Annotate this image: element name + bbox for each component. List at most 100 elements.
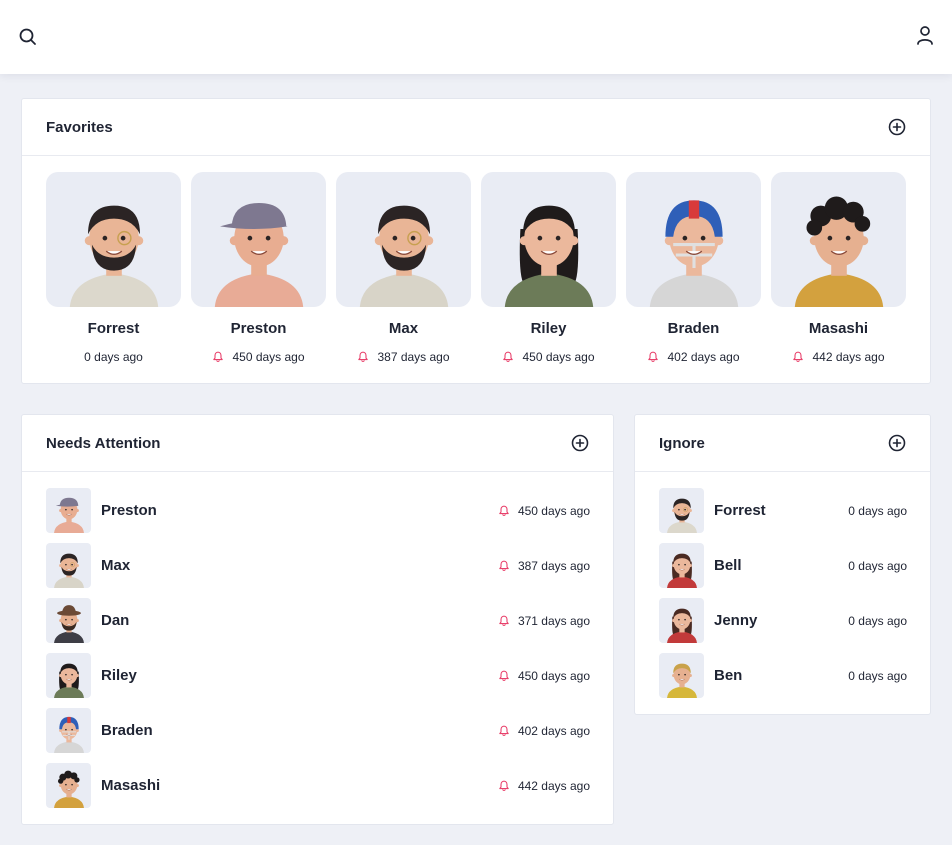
avatar-illustration bbox=[53, 553, 84, 588]
list-item[interactable]: Ben 0 days ago bbox=[659, 653, 907, 698]
avatar bbox=[771, 172, 906, 307]
time-ago: 442 days ago bbox=[812, 350, 885, 364]
last-contact: 0 days ago bbox=[848, 614, 907, 628]
list-item[interactable]: Riley 450 days ago bbox=[46, 653, 590, 698]
favorite-card[interactable]: Braden 402 days ago bbox=[626, 172, 761, 365]
plus-circle-icon[interactable] bbox=[888, 118, 906, 136]
last-contact: 450 days ago bbox=[498, 504, 590, 518]
search-icon[interactable] bbox=[18, 27, 38, 47]
favorite-card[interactable]: Preston 450 days ago bbox=[191, 172, 326, 365]
time-ago: 0 days ago bbox=[848, 613, 907, 628]
time-ago: 450 days ago bbox=[517, 668, 590, 683]
contact-name: Masashi bbox=[101, 777, 161, 794]
plus-circle-icon[interactable] bbox=[571, 434, 589, 452]
favorite-name: Masashi bbox=[808, 320, 869, 337]
top-bar bbox=[0, 0, 952, 74]
favorite-last-contact: 387 days ago bbox=[336, 349, 471, 365]
time-ago: 402 days ago bbox=[517, 723, 590, 738]
contact-name: Bell bbox=[714, 557, 742, 574]
ignore-title: Ignore bbox=[659, 434, 705, 452]
avatar-illustration bbox=[666, 498, 697, 533]
contact-name: Jenny bbox=[714, 612, 758, 629]
avatar bbox=[46, 708, 91, 753]
favorite-card[interactable]: Riley 450 days ago bbox=[481, 172, 616, 365]
favorite-card[interactable]: Forrest 0 days ago bbox=[46, 172, 181, 365]
needs-attention-list: Preston 450 days ago Max 387 days ago Da… bbox=[46, 488, 590, 818]
favorites-header: Favorites bbox=[22, 99, 930, 156]
avatar-illustration bbox=[69, 205, 158, 307]
list-item[interactable]: Jenny 0 days ago bbox=[659, 598, 907, 643]
list-item[interactable]: Bell 0 days ago bbox=[659, 543, 907, 588]
avatar-illustration bbox=[53, 663, 84, 698]
avatar bbox=[659, 598, 704, 643]
list-item[interactable]: Masashi 442 days ago bbox=[46, 763, 590, 808]
contact-name: Ben bbox=[714, 667, 743, 684]
avatar bbox=[46, 172, 181, 307]
time-ago: 387 days ago bbox=[377, 350, 450, 364]
favorite-last-contact: 450 days ago bbox=[191, 349, 326, 365]
time-ago: 442 days ago bbox=[517, 778, 590, 793]
favorites-list: Forrest 0 days ago Preston 450 days ago … bbox=[46, 172, 906, 365]
time-ago: 450 days ago bbox=[232, 350, 305, 364]
ignore-card: Ignore Forrest 0 days ago Bell 0 days ag… bbox=[634, 414, 931, 715]
time-ago: 0 days ago bbox=[848, 558, 907, 573]
favorite-last-contact: 450 days ago bbox=[481, 349, 616, 365]
favorites-title: Favorites bbox=[46, 118, 113, 136]
last-contact: 442 days ago bbox=[498, 779, 590, 793]
bell-icon bbox=[358, 351, 369, 363]
favorite-card[interactable]: Masashi 442 days ago bbox=[771, 172, 906, 365]
last-contact: 450 days ago bbox=[498, 669, 590, 683]
time-ago: 371 days ago bbox=[517, 613, 590, 628]
contact-name: Dan bbox=[101, 612, 130, 629]
avatar-illustration bbox=[666, 608, 697, 643]
contact-name: Max bbox=[101, 557, 131, 574]
avatar-illustration bbox=[53, 716, 84, 753]
contact-name: Braden bbox=[101, 722, 153, 739]
time-ago: 450 days ago bbox=[522, 350, 595, 364]
favorite-last-contact: 442 days ago bbox=[771, 349, 906, 365]
bell-icon bbox=[499, 780, 509, 791]
bell-icon bbox=[499, 505, 509, 516]
list-item[interactable]: Max 387 days ago bbox=[46, 543, 590, 588]
avatar bbox=[46, 598, 91, 643]
time-ago: 402 days ago bbox=[667, 350, 740, 364]
plus-circle-icon[interactable] bbox=[888, 434, 906, 452]
user-icon[interactable] bbox=[915, 25, 935, 47]
bell-icon bbox=[499, 560, 509, 571]
avatar-illustration bbox=[649, 200, 738, 307]
avatar bbox=[46, 543, 91, 588]
contact-name: Preston bbox=[101, 502, 157, 519]
time-ago: 450 days ago bbox=[517, 503, 590, 518]
avatar-illustration bbox=[53, 497, 84, 533]
favorite-name: Braden bbox=[667, 320, 720, 337]
list-item[interactable]: Braden 402 days ago bbox=[46, 708, 590, 753]
favorite-name: Max bbox=[388, 320, 419, 337]
avatar bbox=[659, 653, 704, 698]
avatar-illustration bbox=[666, 663, 697, 698]
bell-icon bbox=[499, 670, 509, 681]
needs-attention-card: Needs Attention Preston 450 days ago Max… bbox=[21, 414, 614, 825]
avatar bbox=[336, 172, 471, 307]
avatar-illustration bbox=[794, 196, 883, 307]
avatar-illustration bbox=[53, 605, 84, 643]
avatar bbox=[46, 488, 91, 533]
avatar bbox=[659, 488, 704, 533]
last-contact: 0 days ago bbox=[848, 504, 907, 518]
favorite-card[interactable]: Max 387 days ago bbox=[336, 172, 471, 365]
list-item[interactable]: Dan 371 days ago bbox=[46, 598, 590, 643]
avatar-illustration bbox=[666, 553, 697, 588]
avatar bbox=[481, 172, 616, 307]
list-item[interactable]: Preston 450 days ago bbox=[46, 488, 590, 533]
needs-attention-header: Needs Attention bbox=[22, 415, 613, 472]
ignore-list: Forrest 0 days ago Bell 0 days ago Jenny… bbox=[659, 488, 907, 708]
last-contact: 0 days ago bbox=[848, 669, 907, 683]
avatar bbox=[659, 543, 704, 588]
bell-icon bbox=[503, 351, 514, 363]
avatar bbox=[46, 763, 91, 808]
favorite-last-contact: 402 days ago bbox=[626, 349, 761, 365]
time-ago: 0 days ago bbox=[848, 503, 907, 518]
avatar bbox=[191, 172, 326, 307]
last-contact: 371 days ago bbox=[498, 614, 590, 628]
list-item[interactable]: Forrest 0 days ago bbox=[659, 488, 907, 533]
bell-icon bbox=[499, 615, 509, 626]
